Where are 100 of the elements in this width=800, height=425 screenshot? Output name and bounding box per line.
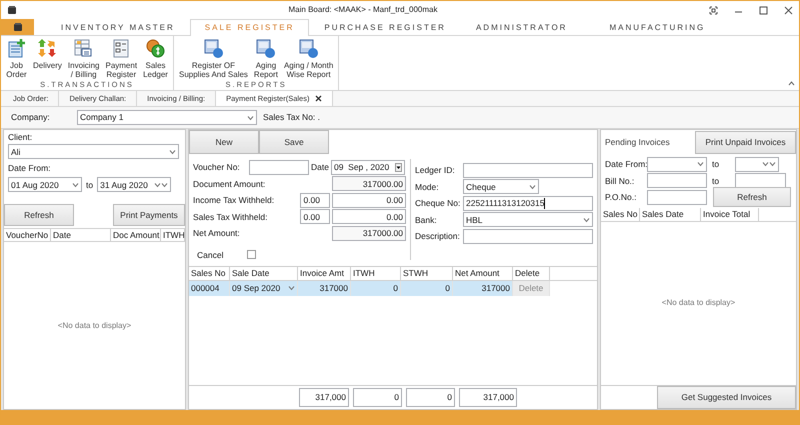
file-tab[interactable] xyxy=(1,19,34,35)
field-label: Voucher No: xyxy=(193,162,241,172)
report-icon xyxy=(255,38,276,59)
date-picker[interactable] xyxy=(735,156,779,172)
field-label: Net Amount: xyxy=(193,228,241,238)
input-field[interactable]: 22521111313120315 xyxy=(463,196,593,211)
app-icon xyxy=(7,5,17,15)
bill-number-field[interactable] xyxy=(735,173,786,188)
date-picker[interactable]: 01 Aug 2020 xyxy=(8,177,82,192)
field-label: Company: xyxy=(11,112,51,123)
window-title: Main Board: <MAAK> - Manf_trd_000mak xyxy=(288,5,438,15)
refresh-button[interactable]: Refresh xyxy=(713,187,791,208)
amount-field[interactable]: 0.00 xyxy=(332,192,406,208)
refresh-button[interactable]: Refresh xyxy=(4,204,74,226)
close-icon[interactable] xyxy=(784,6,793,14)
ribbon-button[interactable]: Job Order xyxy=(3,36,30,80)
column-header: Net Amount xyxy=(453,266,513,280)
voucher-number-field[interactable] xyxy=(249,160,309,175)
ribbon-tab[interactable]: INVENTORY MASTER xyxy=(46,19,190,36)
print-button[interactable]: Print Unpaid Invoices xyxy=(695,130,796,154)
total-field[interactable]: 317,000 xyxy=(459,388,517,407)
column-header: Invoice Amt xyxy=(298,266,351,280)
date-picker[interactable] xyxy=(647,156,707,172)
mode-dropdown[interactable]: Cheque xyxy=(463,179,539,194)
bill-number-field[interactable] xyxy=(647,173,707,188)
coins-icon xyxy=(145,38,166,59)
bank-dropdown[interactable]: HBL xyxy=(463,212,593,228)
ribbon-button[interactable]: Register OF Supplies And Sales xyxy=(176,36,251,80)
empty-message: <No data to display> xyxy=(56,320,132,332)
rate-field[interactable]: 0.00 xyxy=(300,209,330,224)
report-icon xyxy=(298,38,320,59)
close-icon[interactable] xyxy=(315,95,322,102)
table-cell: 000004 xyxy=(189,280,230,296)
client-dropdown[interactable]: Ali xyxy=(8,144,179,160)
arrows-icon xyxy=(36,38,58,59)
field-label: to xyxy=(86,180,94,190)
field-label: Date xyxy=(311,162,329,172)
column-header: STWH xyxy=(401,266,453,280)
ribbon-button[interactable]: Aging / Month Wise Report xyxy=(280,36,336,80)
field-label: Cheque No: xyxy=(415,198,461,208)
field-label: Date From: xyxy=(605,159,645,170)
column-header: Date xyxy=(51,229,111,242)
table-icon xyxy=(73,38,94,59)
column-header: Sale Date xyxy=(230,266,298,280)
field-label: P.O.No.: xyxy=(605,192,638,202)
column-header: Invoice Total xyxy=(701,208,759,220)
total-field[interactable]: 0 xyxy=(353,388,402,407)
field-label: Document Amount: xyxy=(193,178,266,189)
column-header: Doc Amount xyxy=(111,229,161,242)
po-number-field[interactable] xyxy=(647,190,707,205)
rate-field[interactable]: 0.00 xyxy=(300,192,330,208)
ribbon-button[interactable]: Payment Register xyxy=(102,36,140,80)
suggest-button[interactable]: Get Suggested Invoices xyxy=(657,386,796,409)
company-dropdown[interactable]: Company 1 xyxy=(77,110,257,125)
table-cell: 317000 xyxy=(298,280,351,296)
field-label: Client: xyxy=(8,132,34,142)
caret-icon xyxy=(288,285,295,292)
add-doc-icon xyxy=(6,38,27,59)
ribbon-tab[interactable]: ADMINISTRATOR xyxy=(460,19,594,36)
app-icon xyxy=(12,22,22,32)
caret-icon xyxy=(583,216,590,223)
field-label: Ledger ID: xyxy=(415,165,456,176)
field-label: to xyxy=(711,159,720,170)
field-label: Sales Tax Withheld: xyxy=(193,212,268,222)
date-picker[interactable]: 31 Aug 2020 xyxy=(97,177,172,192)
field-label: Date From: xyxy=(8,163,52,174)
fullscreen-icon[interactable] xyxy=(709,6,718,14)
caret-icon xyxy=(529,184,536,190)
checkbox-label: Cancel xyxy=(197,250,224,260)
ribbon-tab[interactable]: MANUFACTURING xyxy=(594,19,732,36)
caret-icon xyxy=(697,161,704,168)
date-picker[interactable]: 09 Sep , 2020 xyxy=(330,160,405,175)
checkbox[interactable] xyxy=(247,250,256,260)
date-cell[interactable]: 09 Sep 2020 xyxy=(230,280,298,296)
total-field[interactable]: 317,000 xyxy=(299,388,349,407)
maximize-icon[interactable] xyxy=(759,6,768,14)
total-field[interactable]: 0 xyxy=(406,388,455,407)
new-button[interactable]: New xyxy=(189,130,259,154)
ribbon-button[interactable]: Invoicing / Billing xyxy=(64,36,102,80)
empty-message: <No data to display> xyxy=(660,297,736,310)
ribbon-button[interactable]: Sales Ledger xyxy=(140,36,171,80)
amount-field[interactable]: 0.00 xyxy=(332,209,406,224)
ribbon-tab[interactable]: PURCHASE REGISTER xyxy=(309,19,461,36)
table-cell: 0 xyxy=(401,280,453,296)
caret-icon xyxy=(169,148,176,155)
input-field[interactable] xyxy=(463,228,593,244)
collapse-icon[interactable] xyxy=(788,81,795,86)
column-header: Sales Date xyxy=(640,208,701,220)
column-header: ITWH xyxy=(351,266,401,280)
ribbon-button[interactable]: Delivery xyxy=(30,36,65,80)
field-label: Income Tax Withheld: xyxy=(193,195,276,206)
print-button[interactable]: Print Payments xyxy=(113,204,185,226)
amount-field[interactable]: 317000.00 xyxy=(332,176,406,192)
field-label: Bank: xyxy=(415,214,438,225)
field-label: Bill No.: xyxy=(605,176,636,186)
ribbon-button[interactable]: Aging Report xyxy=(250,36,281,80)
save-button[interactable]: Save xyxy=(259,130,329,154)
caret-icon xyxy=(247,114,254,120)
input-field[interactable] xyxy=(463,162,593,178)
amount-field[interactable]: 317000.00 xyxy=(332,226,406,241)
